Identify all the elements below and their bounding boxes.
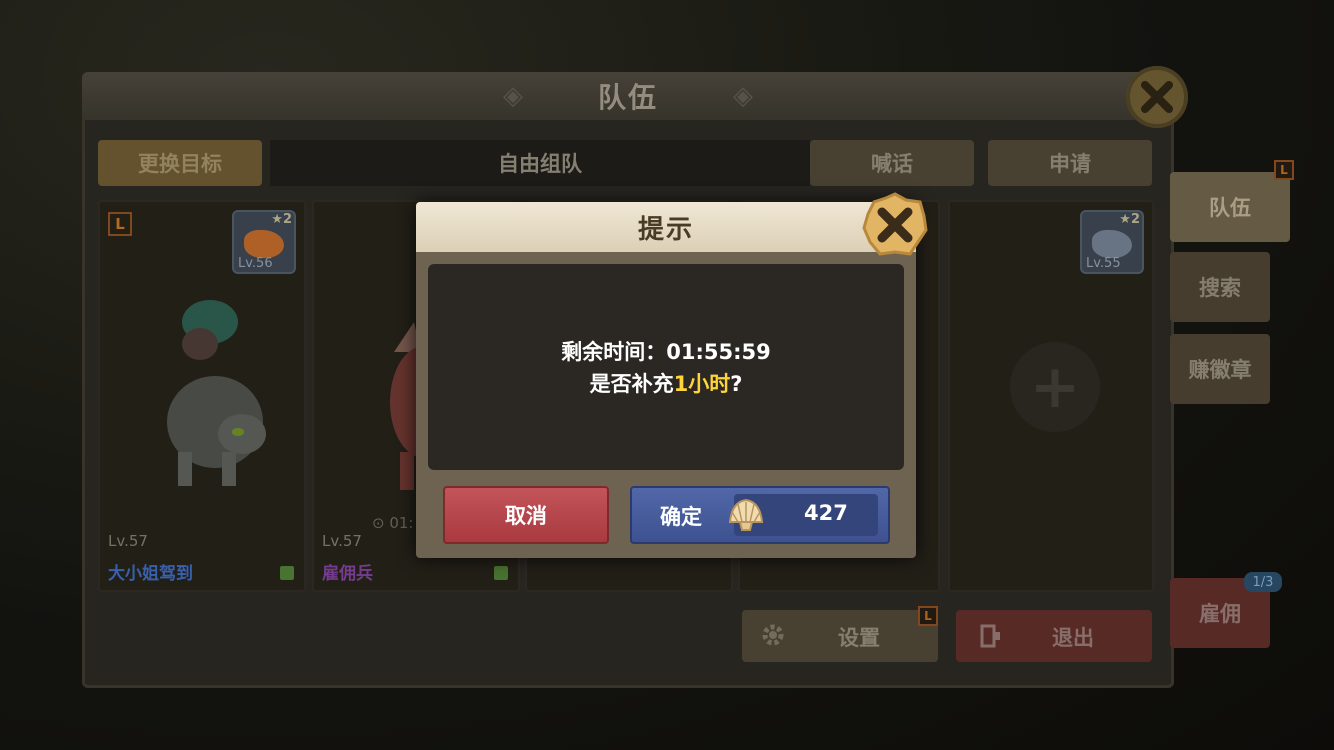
refill-question: 是否补充1小时?: [428, 368, 904, 398]
dialog-close-button[interactable]: [862, 192, 928, 258]
confirm-label: 确定: [660, 505, 702, 529]
remaining-time-text: 剩余时间：01:55:59: [561, 340, 771, 364]
question-suffix: ?: [730, 372, 743, 396]
duration-highlight: 1小时: [673, 372, 731, 396]
shell-icon: [728, 498, 764, 531]
cancel-button[interactable]: 取消: [443, 486, 609, 544]
question-prefix: 是否补充: [589, 372, 674, 396]
dialog-title: 提示: [637, 214, 694, 245]
price-value: 427: [804, 501, 848, 525]
dialog-body: 剩余时间：01:55:59 是否补充1小时?: [428, 264, 904, 470]
confirm-button[interactable]: 确定 427: [630, 486, 890, 544]
confirm-dialog: 提示 剩余时间：01:55:59 是否补充1小时? 取消 确定 427: [416, 192, 928, 558]
dialog-header: 提示: [416, 202, 916, 252]
